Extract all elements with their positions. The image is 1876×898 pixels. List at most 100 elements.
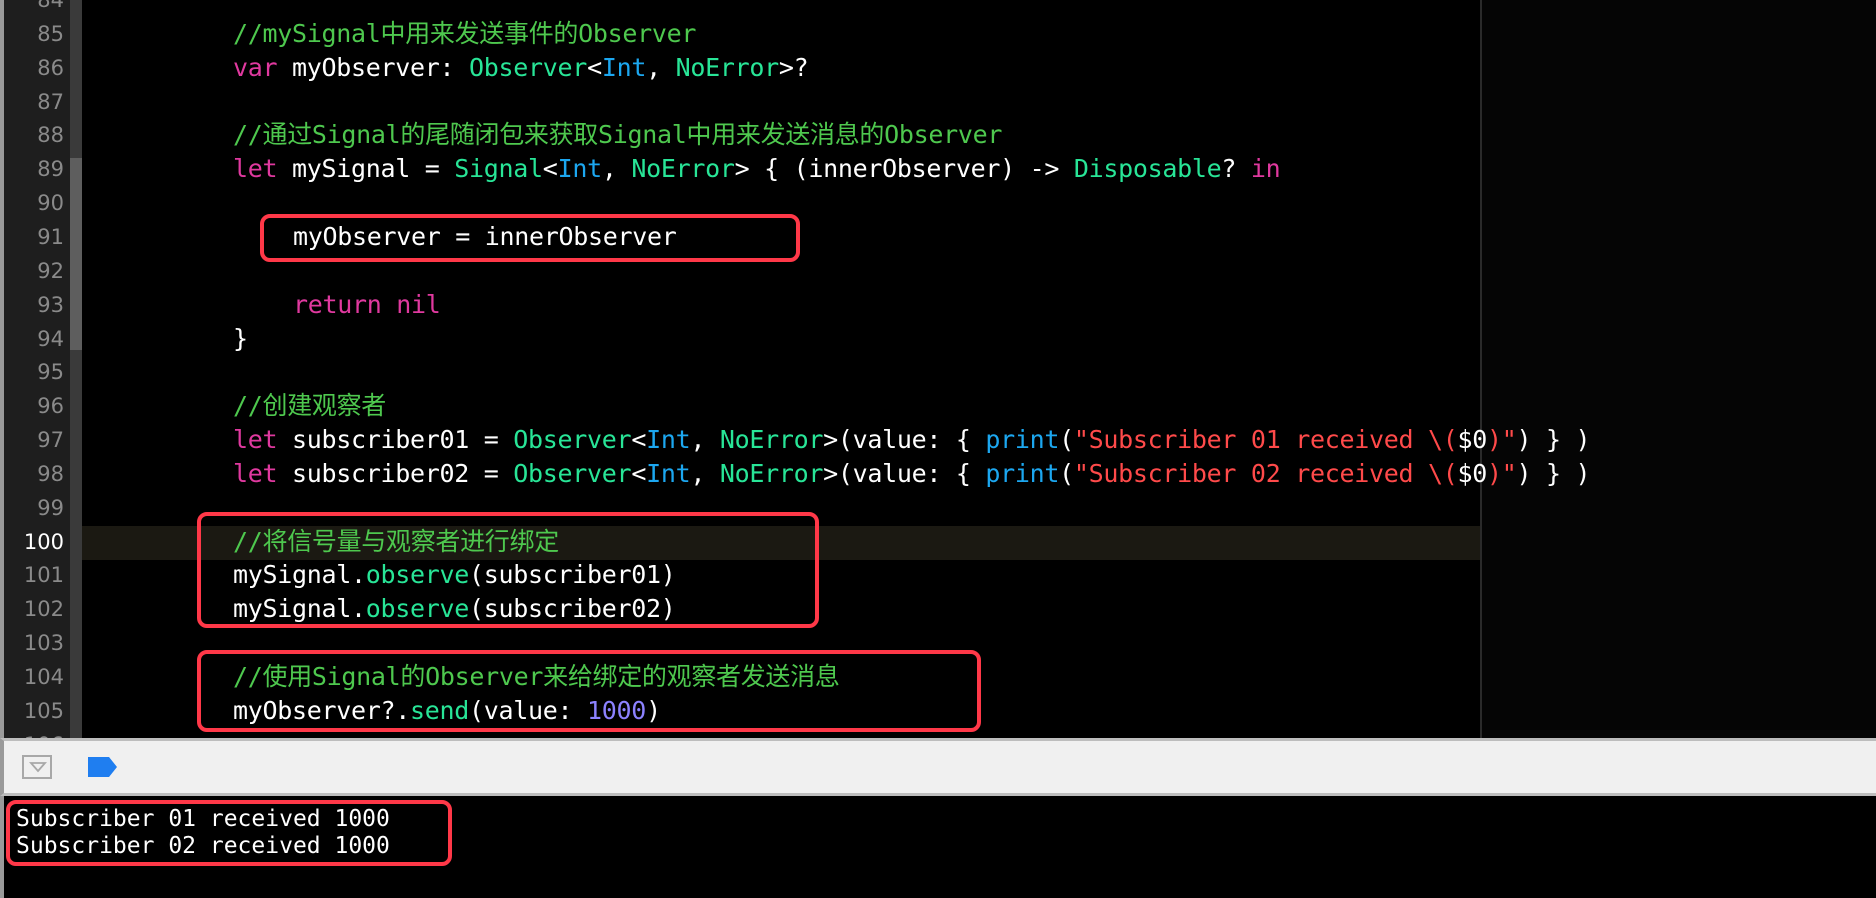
code-token-cmt: //将信号量与观察者进行绑定 bbox=[233, 526, 559, 556]
code-token-type: Observer bbox=[469, 52, 588, 82]
code-token-kw: in bbox=[1250, 154, 1281, 184]
line-number[interactable]: 100 bbox=[4, 526, 64, 558]
code-token-plain: , bbox=[601, 154, 632, 184]
code-token-btype: Int bbox=[646, 458, 691, 488]
console-line: Subscriber 01 received 1000 bbox=[16, 806, 390, 832]
line-number[interactable]: 97 bbox=[4, 424, 64, 456]
code-token-type: NoError bbox=[719, 425, 824, 455]
console-output[interactable]: Subscriber 01 received 1000 Subscriber 0… bbox=[0, 796, 1876, 898]
code-token-cmt: //创建观察者 bbox=[233, 391, 387, 421]
code-token-plain: (subscriber02) bbox=[469, 594, 676, 624]
code-token-kw: return bbox=[293, 289, 382, 319]
code-editor[interactable]: 84 85 86 87 88 89 90 91 92 93 94 95 96 97 98 99 100 101 10… bbox=[0, 0, 1876, 738]
line-number[interactable]: 87 bbox=[4, 86, 64, 118]
line-number[interactable]: 91 bbox=[4, 221, 64, 253]
code-line[interactable]: } bbox=[233, 323, 248, 355]
code-fold-ribbon[interactable] bbox=[70, 0, 82, 738]
line-number[interactable]: 102 bbox=[4, 593, 64, 625]
code-token-type: NoError bbox=[675, 52, 780, 82]
line-number[interactable]: 96 bbox=[4, 390, 64, 422]
debug-bar bbox=[0, 738, 1876, 796]
line-number[interactable]: 98 bbox=[4, 458, 64, 490]
code-fold-scope-highlight[interactable] bbox=[70, 158, 82, 350]
line-number-gutter[interactable]: 84 85 86 87 88 89 90 91 92 93 94 95 96 97 98 99 100 101 10… bbox=[0, 0, 70, 738]
breakpoint-arrow-icon bbox=[88, 757, 117, 777]
code-token-plain: ? bbox=[1221, 154, 1251, 184]
code-line[interactable]: myObserver = innerObserver bbox=[293, 221, 677, 253]
line-number[interactable]: 85 bbox=[4, 18, 64, 50]
line-number[interactable]: 106 bbox=[4, 729, 64, 738]
code-line[interactable]: //mySignal中用来发送事件的Observer bbox=[233, 18, 696, 50]
line-number[interactable]: 86 bbox=[4, 52, 64, 84]
code-token-plain: >(value: { bbox=[823, 458, 986, 488]
code-area[interactable]: //mySignal中用来发送事件的Observer var myObserver… bbox=[82, 0, 1876, 738]
line-number[interactable]: 99 bbox=[4, 492, 64, 524]
code-token-plain: < bbox=[542, 154, 558, 184]
code-token-kw: let bbox=[233, 154, 278, 184]
line-number[interactable]: 84 bbox=[4, 0, 64, 16]
code-token-str: "Subscriber 02 received \( bbox=[1073, 458, 1458, 488]
breakpoints-toggle-button[interactable] bbox=[88, 757, 118, 777]
line-number[interactable]: 104 bbox=[4, 661, 64, 693]
code-line[interactable]: //使用Signal的Observer来给绑定的观察者发送消息 bbox=[233, 661, 840, 693]
code-token-cmt: //使用Signal的Observer来给绑定的观察者发送消息 bbox=[233, 662, 840, 691]
line-number[interactable]: 103 bbox=[4, 627, 64, 659]
code-line[interactable]: return nil bbox=[293, 289, 441, 321]
code-token-type: NoError bbox=[719, 458, 824, 488]
code-token-fn: print bbox=[985, 458, 1060, 488]
code-line[interactable]: mySignal.observe(subscriber01) bbox=[233, 559, 676, 591]
code-line[interactable]: let mySignal = Signal<Int, NoError> { (i… bbox=[233, 153, 1281, 185]
line-number[interactable]: 94 bbox=[4, 323, 64, 355]
code-token-btype: Int bbox=[646, 425, 691, 455]
code-token-cmt: //通过Signal的尾随闭包来获取Signal中用来发送消息的Observer bbox=[233, 120, 1003, 150]
code-token-kw: let bbox=[233, 425, 278, 455]
code-token-btype: Int bbox=[601, 52, 647, 82]
code-line[interactable]: myObserver?.send(value: 1000) bbox=[233, 695, 661, 727]
console-line: Subscriber 02 received 1000 bbox=[16, 833, 390, 859]
line-number[interactable]: 92 bbox=[4, 255, 64, 287]
line-number[interactable]: 95 bbox=[4, 356, 64, 388]
code-token-type: Observer bbox=[513, 458, 632, 488]
code-token-plain: , bbox=[646, 52, 676, 82]
code-line[interactable]: //通过Signal的尾随闭包来获取Signal中用来发送消息的Observer bbox=[233, 119, 1002, 151]
code-token-plain: $0 bbox=[1457, 458, 1487, 488]
code-token-method: observe bbox=[365, 560, 470, 590]
code-token-plain: < bbox=[587, 52, 602, 82]
code-token-kw: nil bbox=[396, 289, 441, 319]
code-token-fn: print bbox=[985, 425, 1060, 455]
line-number[interactable]: 93 bbox=[4, 289, 64, 321]
code-token-plain: < bbox=[631, 425, 647, 455]
code-token-plain: , bbox=[690, 458, 720, 488]
code-token-plain: ( bbox=[1059, 425, 1074, 455]
line-number[interactable]: 90 bbox=[4, 187, 64, 219]
code-token-cmt: //mySignal中用来发送事件的Observer bbox=[233, 18, 697, 48]
code-token-num: 1000 bbox=[587, 695, 647, 725]
code-line[interactable]: //将信号量与观察者进行绑定 bbox=[233, 526, 559, 558]
code-line[interactable]: let subscriber02 = Observer<Int, NoError… bbox=[233, 458, 1591, 490]
code-token-plain: subscriber01 = bbox=[277, 425, 514, 455]
code-token-plain: myObserver?. bbox=[233, 695, 411, 725]
code-token-method: observe bbox=[365, 594, 470, 624]
code-token-kw: var bbox=[233, 52, 278, 82]
line-number[interactable]: 89 bbox=[4, 153, 64, 185]
code-line[interactable]: //创建观察者 bbox=[233, 390, 386, 422]
code-token-plain: mySignal. bbox=[233, 560, 366, 590]
code-line[interactable]: mySignal.observe(subscriber02) bbox=[233, 593, 676, 625]
code-token-plain: mySignal = bbox=[277, 154, 455, 184]
code-token-plain: subscriber02 = bbox=[277, 458, 514, 488]
code-line[interactable]: var myObserver: Observer<Int, NoError>? bbox=[233, 52, 809, 84]
code-token-str: )" bbox=[1486, 425, 1517, 455]
code-token-type: Observer bbox=[513, 425, 632, 455]
code-token-plain: >(value: { bbox=[823, 425, 986, 455]
code-token-plain: myObserver: bbox=[277, 52, 470, 82]
code-token-plain: ) bbox=[646, 695, 661, 725]
code-token-str: )" bbox=[1486, 458, 1517, 488]
line-number[interactable]: 101 bbox=[4, 559, 64, 591]
hide-debug-area-button[interactable] bbox=[22, 755, 52, 779]
line-number[interactable]: 105 bbox=[4, 695, 64, 727]
line-number[interactable]: 88 bbox=[4, 119, 64, 151]
code-token-plain: ) } ) bbox=[1516, 425, 1591, 455]
code-line[interactable]: let subscriber01 = Observer<Int, NoError… bbox=[233, 424, 1591, 456]
code-token-kw: let bbox=[233, 458, 278, 488]
